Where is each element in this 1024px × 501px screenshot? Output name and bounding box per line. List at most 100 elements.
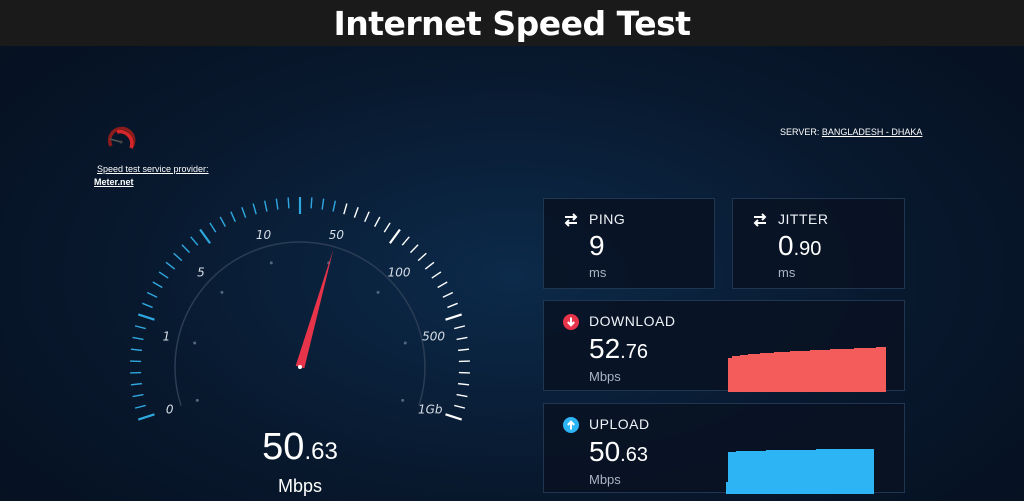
gauge-tick <box>321 198 325 210</box>
speed-readout: 50.63 Mbps <box>200 425 400 497</box>
gauge-tick <box>130 382 142 386</box>
download-value: 52.76 <box>589 333 648 364</box>
gauge-tick <box>431 271 442 279</box>
gauge-needle <box>295 249 334 369</box>
gauge-tick <box>389 228 401 244</box>
gauge-tick <box>190 236 199 246</box>
gauge-tick <box>343 203 348 215</box>
gauge-scale-label: 1Gb <box>418 402 443 416</box>
upload-graph <box>726 449 874 494</box>
gauge-tick <box>152 281 163 289</box>
gauge-needle-hub <box>298 365 302 369</box>
gauge-tick <box>310 197 313 209</box>
gauge-tick <box>137 313 155 321</box>
gauge-tick <box>456 336 468 341</box>
gauge-tick <box>173 252 183 262</box>
gauge-tick <box>137 413 155 421</box>
gauge-ticks <box>130 197 470 421</box>
gauge-scale-label: 1 <box>163 330 171 344</box>
provider-label: Speed test service provider: <box>97 164 209 174</box>
gauge-tick <box>332 200 337 212</box>
gauge-tick <box>456 393 468 398</box>
gauge-tick <box>383 222 391 233</box>
gauge-scale-label: 50 <box>329 228 345 242</box>
gauge-tick <box>417 252 427 262</box>
server-info: SERVER: BANGLADESH - DHAKA <box>780 127 922 137</box>
jitter-unit: ms <box>778 265 796 280</box>
ping-card: PING 9 ms <box>543 198 715 289</box>
gauge-scale-label: 5 <box>197 265 205 279</box>
gauge-tick <box>353 207 359 218</box>
gauge-tick <box>158 271 169 279</box>
gauge-tick <box>252 203 257 215</box>
gauge-tick <box>437 281 448 289</box>
gauge-tick <box>364 211 370 223</box>
gauge-scale-label: 500 <box>422 330 445 344</box>
jitter-card: JITTER 0.90 ms <box>732 198 905 289</box>
gauge-tick <box>219 216 226 227</box>
gauge-scale-label: 10 <box>256 228 272 242</box>
header-bar: Internet Speed Test <box>0 0 1024 46</box>
provider-link[interactable]: Meter.net <box>94 177 134 187</box>
gauge-dot <box>195 398 199 402</box>
server-link[interactable]: BANGLADESH - DHAKA <box>822 127 923 137</box>
gauge-dot <box>403 341 407 345</box>
gauge-tick <box>263 200 268 212</box>
ping-unit: ms <box>589 265 607 280</box>
gauge-tick <box>209 222 217 233</box>
gauge-tick <box>454 325 466 330</box>
gauge-tick <box>445 413 463 421</box>
speed-value: 50.63 <box>262 426 338 468</box>
gauge-scale-label: 100 <box>388 265 411 279</box>
gauge-tick <box>132 393 144 398</box>
gauge-tick <box>442 291 454 298</box>
gauge-dot <box>269 261 273 265</box>
gauge-tick <box>134 404 146 409</box>
gauge-scale-labels: 0 1 5 10 50 100 500 1Gb <box>163 228 446 416</box>
gauge-tick <box>445 313 463 321</box>
gauge-scale-label: 0 <box>166 402 174 416</box>
gauge-tick <box>458 382 470 386</box>
gauge-dot <box>401 398 405 402</box>
gauge-tick <box>142 302 153 309</box>
jitter-label: JITTER <box>778 211 829 227</box>
gauge-tick <box>401 236 410 246</box>
gauge-tick <box>275 198 279 210</box>
gauge-tick <box>454 404 466 409</box>
gauge-dots <box>193 261 407 402</box>
swap-arrows-icon <box>753 213 767 227</box>
server-label: SERVER: <box>780 127 820 137</box>
gauge-tick <box>241 207 247 218</box>
gauge-tick <box>374 216 381 227</box>
page-title: Internet Speed Test <box>333 3 691 43</box>
upload-card: UPLOAD 50.63 Mbps <box>543 403 905 494</box>
gauge-dot <box>220 290 224 294</box>
jitter-value: 0.90 <box>778 230 822 261</box>
gauge-tick <box>458 348 470 352</box>
upload-unit: Mbps <box>589 472 621 487</box>
gauge-tick <box>146 291 158 298</box>
speed-gauge: 0 1 5 10 50 100 500 1Gb <box>130 197 470 421</box>
gauge-tick <box>409 244 419 254</box>
meter-logo-icon <box>107 126 136 150</box>
download-graph <box>728 347 886 392</box>
gauge-tick <box>447 302 458 309</box>
download-arrow-icon <box>563 314 579 330</box>
download-card: DOWNLOAD 52.76 Mbps <box>543 300 905 392</box>
gauge-tick <box>230 211 236 223</box>
ping-label: PING <box>589 211 626 227</box>
upload-value: 50.63 <box>589 436 648 467</box>
gauge-tick <box>165 261 176 270</box>
speed-unit: Mbps <box>277 476 322 496</box>
gauge-tick <box>181 244 191 254</box>
download-label: DOWNLOAD <box>589 313 676 329</box>
swap-arrows-icon <box>564 213 578 227</box>
upload-arrow-icon <box>563 417 579 433</box>
gauge-tick <box>424 261 435 270</box>
gauge-tick <box>132 336 144 341</box>
gauge-tick <box>130 348 142 352</box>
gauge-dot <box>193 341 197 345</box>
gauge-tick <box>287 197 290 209</box>
upload-label: UPLOAD <box>589 416 650 432</box>
gauge-tick <box>134 325 146 330</box>
